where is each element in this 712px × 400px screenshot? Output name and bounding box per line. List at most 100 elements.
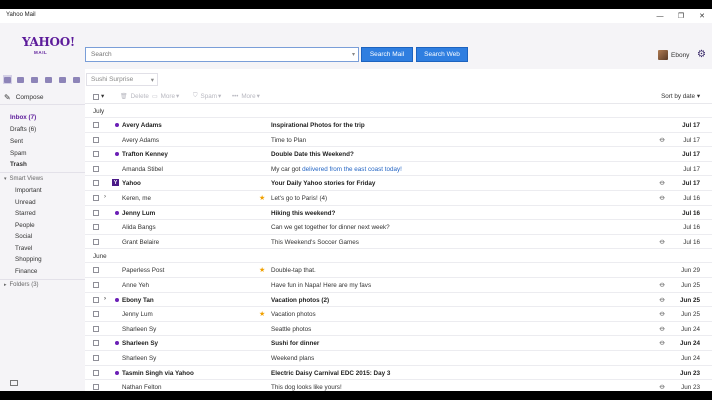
row-checkbox[interactable]	[93, 311, 99, 318]
smart-view-social[interactable]: Social	[15, 233, 32, 240]
unread-dot-icon[interactable]	[115, 152, 119, 157]
message-date: Jun 29	[681, 267, 700, 275]
sidebar-item-spam[interactable]: Spam	[10, 150, 26, 157]
messenger-icon[interactable]	[58, 75, 67, 84]
smart-view-starred[interactable]: Starred	[15, 210, 36, 217]
row-checkbox[interactable]	[93, 195, 99, 201]
sidebar-item-trash[interactable]: Trash	[10, 161, 27, 168]
message-row[interactable]: Avery Adams Time to Plan ⌀ Jul 17	[85, 133, 712, 148]
row-checkbox[interactable]	[93, 355, 99, 361]
message-row[interactable]: Trafton Kenney Double Date this Weekend? J…	[85, 147, 712, 162]
star-icon[interactable]: ★	[259, 194, 265, 202]
search-mail-button[interactable]: Search Mail	[361, 47, 413, 62]
select-all[interactable]: ▾	[93, 93, 104, 100]
spam-button[interactable]: ⛉ Spam ▾	[193, 93, 221, 100]
sort-label: Sort by date	[661, 93, 696, 100]
message-row[interactable]: › Keren, me ★ Let's go to Paris! (4) ⌀ Jul 16	[85, 191, 712, 206]
pencil-icon: ✎	[4, 93, 11, 102]
close-button[interactable]: ✕	[690, 9, 712, 23]
unread-dot-icon[interactable]	[115, 370, 119, 375]
folders-toggle[interactable]: ▸ Folders (3)	[4, 282, 39, 288]
sort-by-date[interactable]: Sort by date ▾	[661, 93, 700, 100]
compose-button[interactable]: ✎ Compose	[4, 93, 44, 102]
search-input[interactable]	[86, 48, 336, 61]
chevron-down-icon[interactable]: ▾	[101, 93, 104, 100]
select-all-checkbox[interactable]	[93, 93, 99, 100]
smart-view-people[interactable]: People	[15, 222, 35, 229]
unread-dot-icon[interactable]	[115, 123, 119, 127]
row-checkbox[interactable]	[93, 238, 99, 245]
smart-views-toggle[interactable]: ▾ Smart Views	[4, 176, 43, 182]
unread-dot-icon[interactable]	[115, 341, 119, 346]
smart-view-important[interactable]: Important	[15, 187, 42, 194]
search-dropdown-icon[interactable]: ▾	[352, 51, 355, 58]
row-checkbox[interactable]	[93, 136, 99, 143]
row-checkbox[interactable]	[93, 267, 99, 274]
message-row[interactable]: Jenny Lum ★ Vacation photos ⌀ Jun 25	[85, 307, 712, 322]
calendar-icon[interactable]	[30, 75, 39, 84]
star-icon[interactable]: ★	[259, 266, 265, 274]
message-row[interactable]: Tasmin Singh via Yahoo Electric Daisy Car…	[85, 366, 712, 381]
subject-link[interactable]: delivered from the east coast today!	[302, 166, 402, 173]
row-checkbox[interactable]	[93, 165, 99, 172]
message-row[interactable]: Sharleen Sy Seattle photos ⌀ Jun 24	[85, 322, 712, 337]
delete-button[interactable]: 🗑 Delete	[120, 93, 149, 100]
message-row[interactable]: › Ebony Tan Vacation photos (2) ⌀ Jun 25	[85, 293, 712, 308]
sidebar-item-inbox[interactable]: Inbox (7)	[10, 114, 36, 121]
contacts-icon[interactable]	[16, 75, 25, 84]
message-row[interactable]: Y Yahoo Your Daily Yahoo stories for Frida…	[85, 176, 712, 191]
row-checkbox[interactable]	[93, 282, 99, 288]
row-checkbox[interactable]	[93, 151, 99, 158]
message-toolbar: ▾ 🗑 Delete ▭ More ▾ ⛉ Spam ▾ ••• More ▾ …	[85, 90, 712, 104]
sidebar-item-drafts[interactable]: Drafts (6)	[10, 126, 36, 133]
message-row[interactable]: Paperless Post ★ Double-tap that. Jun 29	[85, 263, 712, 278]
unread-dot-icon[interactable]	[115, 210, 119, 215]
unread-dot-icon[interactable]	[115, 297, 119, 302]
yahoo-logo[interactable]: YAHOO!	[22, 35, 75, 49]
search-web-button[interactable]: Search Web	[416, 47, 468, 62]
notepad-icon[interactable]	[44, 75, 53, 84]
message-subject: Have fun in Napa! Here are my favs	[271, 282, 372, 289]
message-row[interactable]: Jenny Lum Hiking this weekend? Jul 16	[85, 206, 712, 221]
message-row[interactable]: Sharleen Sy Sushi for dinner ⌀ Jun 24	[85, 336, 712, 351]
row-checkbox[interactable]	[93, 209, 99, 216]
image-icon[interactable]	[10, 380, 18, 386]
row-checkbox[interactable]	[93, 325, 99, 332]
message-sender: Avery Adams	[122, 136, 159, 144]
more-button[interactable]: ••• More ▾	[232, 93, 260, 100]
message-row[interactable]: Nathan Felton This dog looks like yours! ⌀…	[85, 380, 712, 391]
message-sender: Paperless Post	[122, 267, 165, 275]
news-icon[interactable]	[72, 75, 81, 84]
message-row[interactable]: Amanda Stibel My car got delivered from t…	[85, 162, 712, 177]
smart-view-travel[interactable]: Travel	[15, 245, 32, 252]
row-checkbox[interactable]	[93, 224, 99, 231]
gear-icon[interactable]: ⚙	[697, 50, 706, 60]
smart-view-unread[interactable]: Unread	[15, 199, 36, 206]
row-checkbox[interactable]	[93, 340, 99, 347]
row-checkbox[interactable]	[93, 180, 99, 187]
row-checkbox[interactable]	[93, 122, 99, 128]
message-row[interactable]: Sharleen Sy Weekend plans Jun 24	[85, 351, 712, 366]
chevron-down-icon: ▾	[696, 93, 700, 100]
theme-select[interactable]: Sushi Surprise ▾	[86, 73, 158, 86]
mail-icon[interactable]	[3, 75, 12, 84]
message-row[interactable]: Grant Belaire This Weekend's Soccer Games…	[85, 235, 712, 250]
star-icon[interactable]: ★	[259, 310, 265, 318]
sidebar-item-sent[interactable]: Sent	[10, 138, 23, 145]
folders-label: Folders (3)	[9, 282, 39, 288]
message-row[interactable]: Anne Yeh Have fun in Napa! Here are my fa…	[85, 278, 712, 293]
smart-view-shopping[interactable]: Shopping	[15, 256, 42, 263]
yahoo-sender-icon: Y	[112, 179, 119, 187]
row-checkbox[interactable]	[93, 384, 99, 391]
title-bar: Yahoo Mail — ❐ ✕	[0, 9, 712, 23]
move-button[interactable]: ▭ More ▾	[152, 93, 179, 100]
search-box[interactable]: ▾	[85, 47, 359, 62]
smart-view-finance[interactable]: Finance	[15, 268, 37, 275]
user-menu[interactable]: Ebony	[658, 50, 689, 60]
expand-thread-icon[interactable]: ›	[104, 194, 106, 200]
message-row[interactable]: Alida Bangs Can we get together for dinne…	[85, 220, 712, 235]
row-checkbox[interactable]	[93, 369, 99, 376]
message-row[interactable]: Avery Adams Inspirational Photos for the …	[85, 118, 712, 133]
row-checkbox[interactable]	[93, 296, 99, 303]
expand-thread-icon[interactable]: ›	[104, 296, 106, 302]
